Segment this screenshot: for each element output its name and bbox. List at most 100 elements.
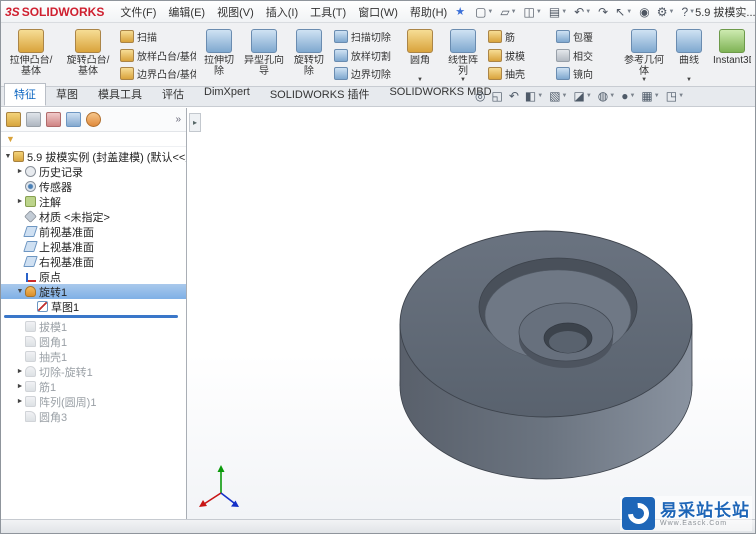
tree-item[interactable]: 前视基准面 bbox=[1, 224, 186, 239]
tree-item[interactable]: ►筋1 bbox=[1, 379, 186, 394]
graphics-viewport[interactable]: ▸ bbox=[187, 108, 755, 519]
dropdown-arrow-icon[interactable]: ▼ bbox=[668, 9, 674, 15]
dropdown-arrow-icon[interactable]: ▼ bbox=[536, 9, 542, 15]
dropdown-arrow-icon[interactable]: ▼ bbox=[487, 9, 493, 15]
tab-mold-tools[interactable]: 模具工具 bbox=[88, 83, 152, 106]
tree-item[interactable]: 圆角3 bbox=[1, 409, 186, 424]
swept-boss-button[interactable]: 扫描 bbox=[117, 28, 197, 45]
tree-expand-arrow-icon[interactable]: ▼ bbox=[15, 288, 25, 295]
configurationmanager-tab[interactable] bbox=[46, 112, 61, 127]
tree-expand-arrow-icon[interactable]: ► bbox=[15, 168, 25, 175]
tree-item[interactable]: 拔模1 bbox=[1, 319, 186, 334]
dropdown-arrow-icon[interactable]: ▼ bbox=[686, 77, 692, 84]
lofted-cut-button[interactable]: 放样切割 bbox=[331, 47, 398, 64]
dropdown-arrow-icon[interactable]: ▼ bbox=[562, 93, 568, 99]
linear-pattern-button[interactable]: 线性阵列▼ bbox=[442, 25, 484, 85]
dropdown-arrow-icon[interactable]: ▼ bbox=[537, 93, 543, 99]
featuremanager-tab[interactable] bbox=[6, 112, 21, 127]
dropdown-arrow-icon[interactable]: ▼ bbox=[654, 93, 660, 99]
panel-chevron-icon[interactable]: » bbox=[175, 114, 181, 125]
solidworks-resources-icon[interactable]: ★ bbox=[455, 5, 465, 18]
dropdown-arrow-icon[interactable]: ▼ bbox=[586, 93, 592, 99]
intersect-button[interactable]: 相交 bbox=[553, 47, 620, 64]
rib-button[interactable]: 筋 bbox=[485, 28, 552, 45]
propertymanager-tab[interactable] bbox=[26, 112, 41, 127]
hole-wizard-button[interactable]: 异型孔向导 bbox=[241, 25, 287, 85]
menu-help[interactable]: 帮助(H) bbox=[404, 5, 453, 21]
dropdown-arrow-icon[interactable]: ▼ bbox=[585, 9, 591, 15]
tree-item[interactable]: ▼5.9 拔模实例 (封盖建模) (默认<<默认 bbox=[1, 149, 186, 164]
menu-window[interactable]: 窗口(W) bbox=[352, 5, 404, 21]
previous-view-icon[interactable]: ↶ bbox=[509, 89, 519, 103]
select-icon[interactable]: ↖▼ bbox=[615, 5, 632, 19]
tab-features[interactable]: 特征 bbox=[4, 83, 46, 106]
revolved-cut-button[interactable]: 旋转切除 bbox=[288, 25, 330, 85]
dropdown-arrow-icon[interactable]: ▼ bbox=[511, 9, 517, 15]
dropdown-arrow-icon[interactable]: ▼ bbox=[609, 93, 615, 99]
displaymanager-tab[interactable] bbox=[86, 112, 101, 127]
mirror-button[interactable]: 镜向 bbox=[553, 65, 620, 82]
tree-expand-arrow-icon[interactable]: ► bbox=[15, 198, 25, 205]
undo-icon[interactable]: ↶▼ bbox=[574, 5, 591, 19]
menu-insert[interactable]: 插入(I) bbox=[260, 5, 304, 21]
view-settings-icon[interactable]: ◳▼ bbox=[666, 89, 684, 103]
tab-sw-addins[interactable]: SOLIDWORKS 插件 bbox=[260, 83, 380, 106]
tree-item[interactable]: 传感器 bbox=[1, 179, 186, 194]
instant3d-button[interactable]: Instant3D bbox=[711, 25, 753, 85]
open-icon[interactable]: ▱▼ bbox=[500, 5, 516, 19]
wrap-button[interactable]: 包覆 bbox=[553, 28, 620, 45]
boundary-boss-button[interactable]: 边界凸台/基体 bbox=[117, 65, 197, 82]
reference-geometry-button[interactable]: 参考几何体▼ bbox=[621, 25, 667, 85]
extruded-cut-button[interactable]: 拉伸切除 bbox=[198, 25, 240, 85]
menu-edit[interactable]: 编辑(E) bbox=[162, 5, 211, 21]
save-icon[interactable]: ◫▼ bbox=[524, 5, 542, 19]
redo-icon[interactable]: ↷ bbox=[598, 5, 608, 19]
tree-expand-arrow-icon[interactable]: ► bbox=[15, 383, 25, 390]
tree-item[interactable]: 右视基准面 bbox=[1, 254, 186, 269]
draft-button[interactable]: 拔模 bbox=[485, 47, 552, 64]
tree-item[interactable]: ►注解 bbox=[1, 194, 186, 209]
dropdown-arrow-icon[interactable]: ▼ bbox=[629, 93, 635, 99]
tree-item[interactable]: 草图1 bbox=[1, 299, 186, 314]
tree-item[interactable]: ▼旋转1 bbox=[1, 284, 186, 299]
zoom-area-icon[interactable]: ◱ bbox=[491, 89, 502, 103]
tree-item[interactable]: 原点 bbox=[1, 269, 186, 284]
help-icon[interactable]: ?▼ bbox=[681, 5, 695, 19]
shell-button[interactable]: 抽壳 bbox=[485, 65, 552, 82]
filter-funnel-icon[interactable]: ▼ bbox=[6, 135, 15, 144]
tree-item[interactable]: ►历史记录 bbox=[1, 164, 186, 179]
tab-sketch[interactable]: 草图 bbox=[46, 83, 88, 106]
print-icon[interactable]: ▤▼ bbox=[549, 5, 567, 19]
tab-dimxpert[interactable]: DimXpert bbox=[194, 83, 260, 106]
dimxpertmanager-tab[interactable] bbox=[66, 112, 81, 127]
tree-item[interactable]: ►阵列(圆周)1 bbox=[1, 394, 186, 409]
tree-filter-row[interactable]: ▼ bbox=[1, 132, 186, 147]
tree-item[interactable]: 圆角1 bbox=[1, 334, 186, 349]
rebuild-icon[interactable]: ◉ bbox=[639, 5, 649, 19]
tree-item[interactable]: 上视基准面 bbox=[1, 239, 186, 254]
tree-item[interactable]: 材质 <未指定> bbox=[1, 209, 186, 224]
boundary-cut-button[interactable]: 边界切除 bbox=[331, 65, 398, 82]
section-view-icon[interactable]: ◧▼ bbox=[525, 89, 543, 103]
menu-file[interactable]: 文件(F) bbox=[114, 5, 162, 21]
display-style-icon[interactable]: ◪▼ bbox=[573, 89, 591, 103]
menu-view[interactable]: 视图(V) bbox=[211, 5, 260, 21]
tree-item[interactable]: ►切除-旋转1 bbox=[1, 364, 186, 379]
swept-cut-button[interactable]: 扫描切除 bbox=[331, 28, 398, 45]
rollback-bar[interactable] bbox=[4, 315, 178, 318]
apply-scene-icon[interactable]: ▦▼ bbox=[641, 89, 659, 103]
curves-button[interactable]: 曲线▼ bbox=[668, 25, 710, 85]
options-icon[interactable]: ⚙▼ bbox=[657, 5, 675, 19]
dropdown-arrow-icon[interactable]: ▼ bbox=[641, 77, 647, 84]
tree-expand-arrow-icon[interactable]: ► bbox=[15, 368, 25, 375]
hide-show-items-icon[interactable]: ◍▼ bbox=[598, 89, 615, 103]
extruded-boss-button[interactable]: 拉伸凸台/基体 bbox=[3, 25, 59, 85]
zoom-fit-icon[interactable]: ◎ bbox=[475, 89, 485, 103]
revolved-boss-button[interactable]: 旋转凸台/基体 bbox=[60, 25, 116, 85]
new-document-icon[interactable]: ▢▼ bbox=[475, 5, 493, 19]
tree-expand-arrow-icon[interactable]: ▼ bbox=[3, 153, 13, 160]
dropdown-arrow-icon[interactable]: ▼ bbox=[626, 9, 632, 15]
fillet-button[interactable]: 圆角▼ bbox=[399, 25, 441, 85]
lofted-boss-button[interactable]: 放样凸台/基体 bbox=[117, 47, 197, 64]
tree-item[interactable]: 抽壳1 bbox=[1, 349, 186, 364]
